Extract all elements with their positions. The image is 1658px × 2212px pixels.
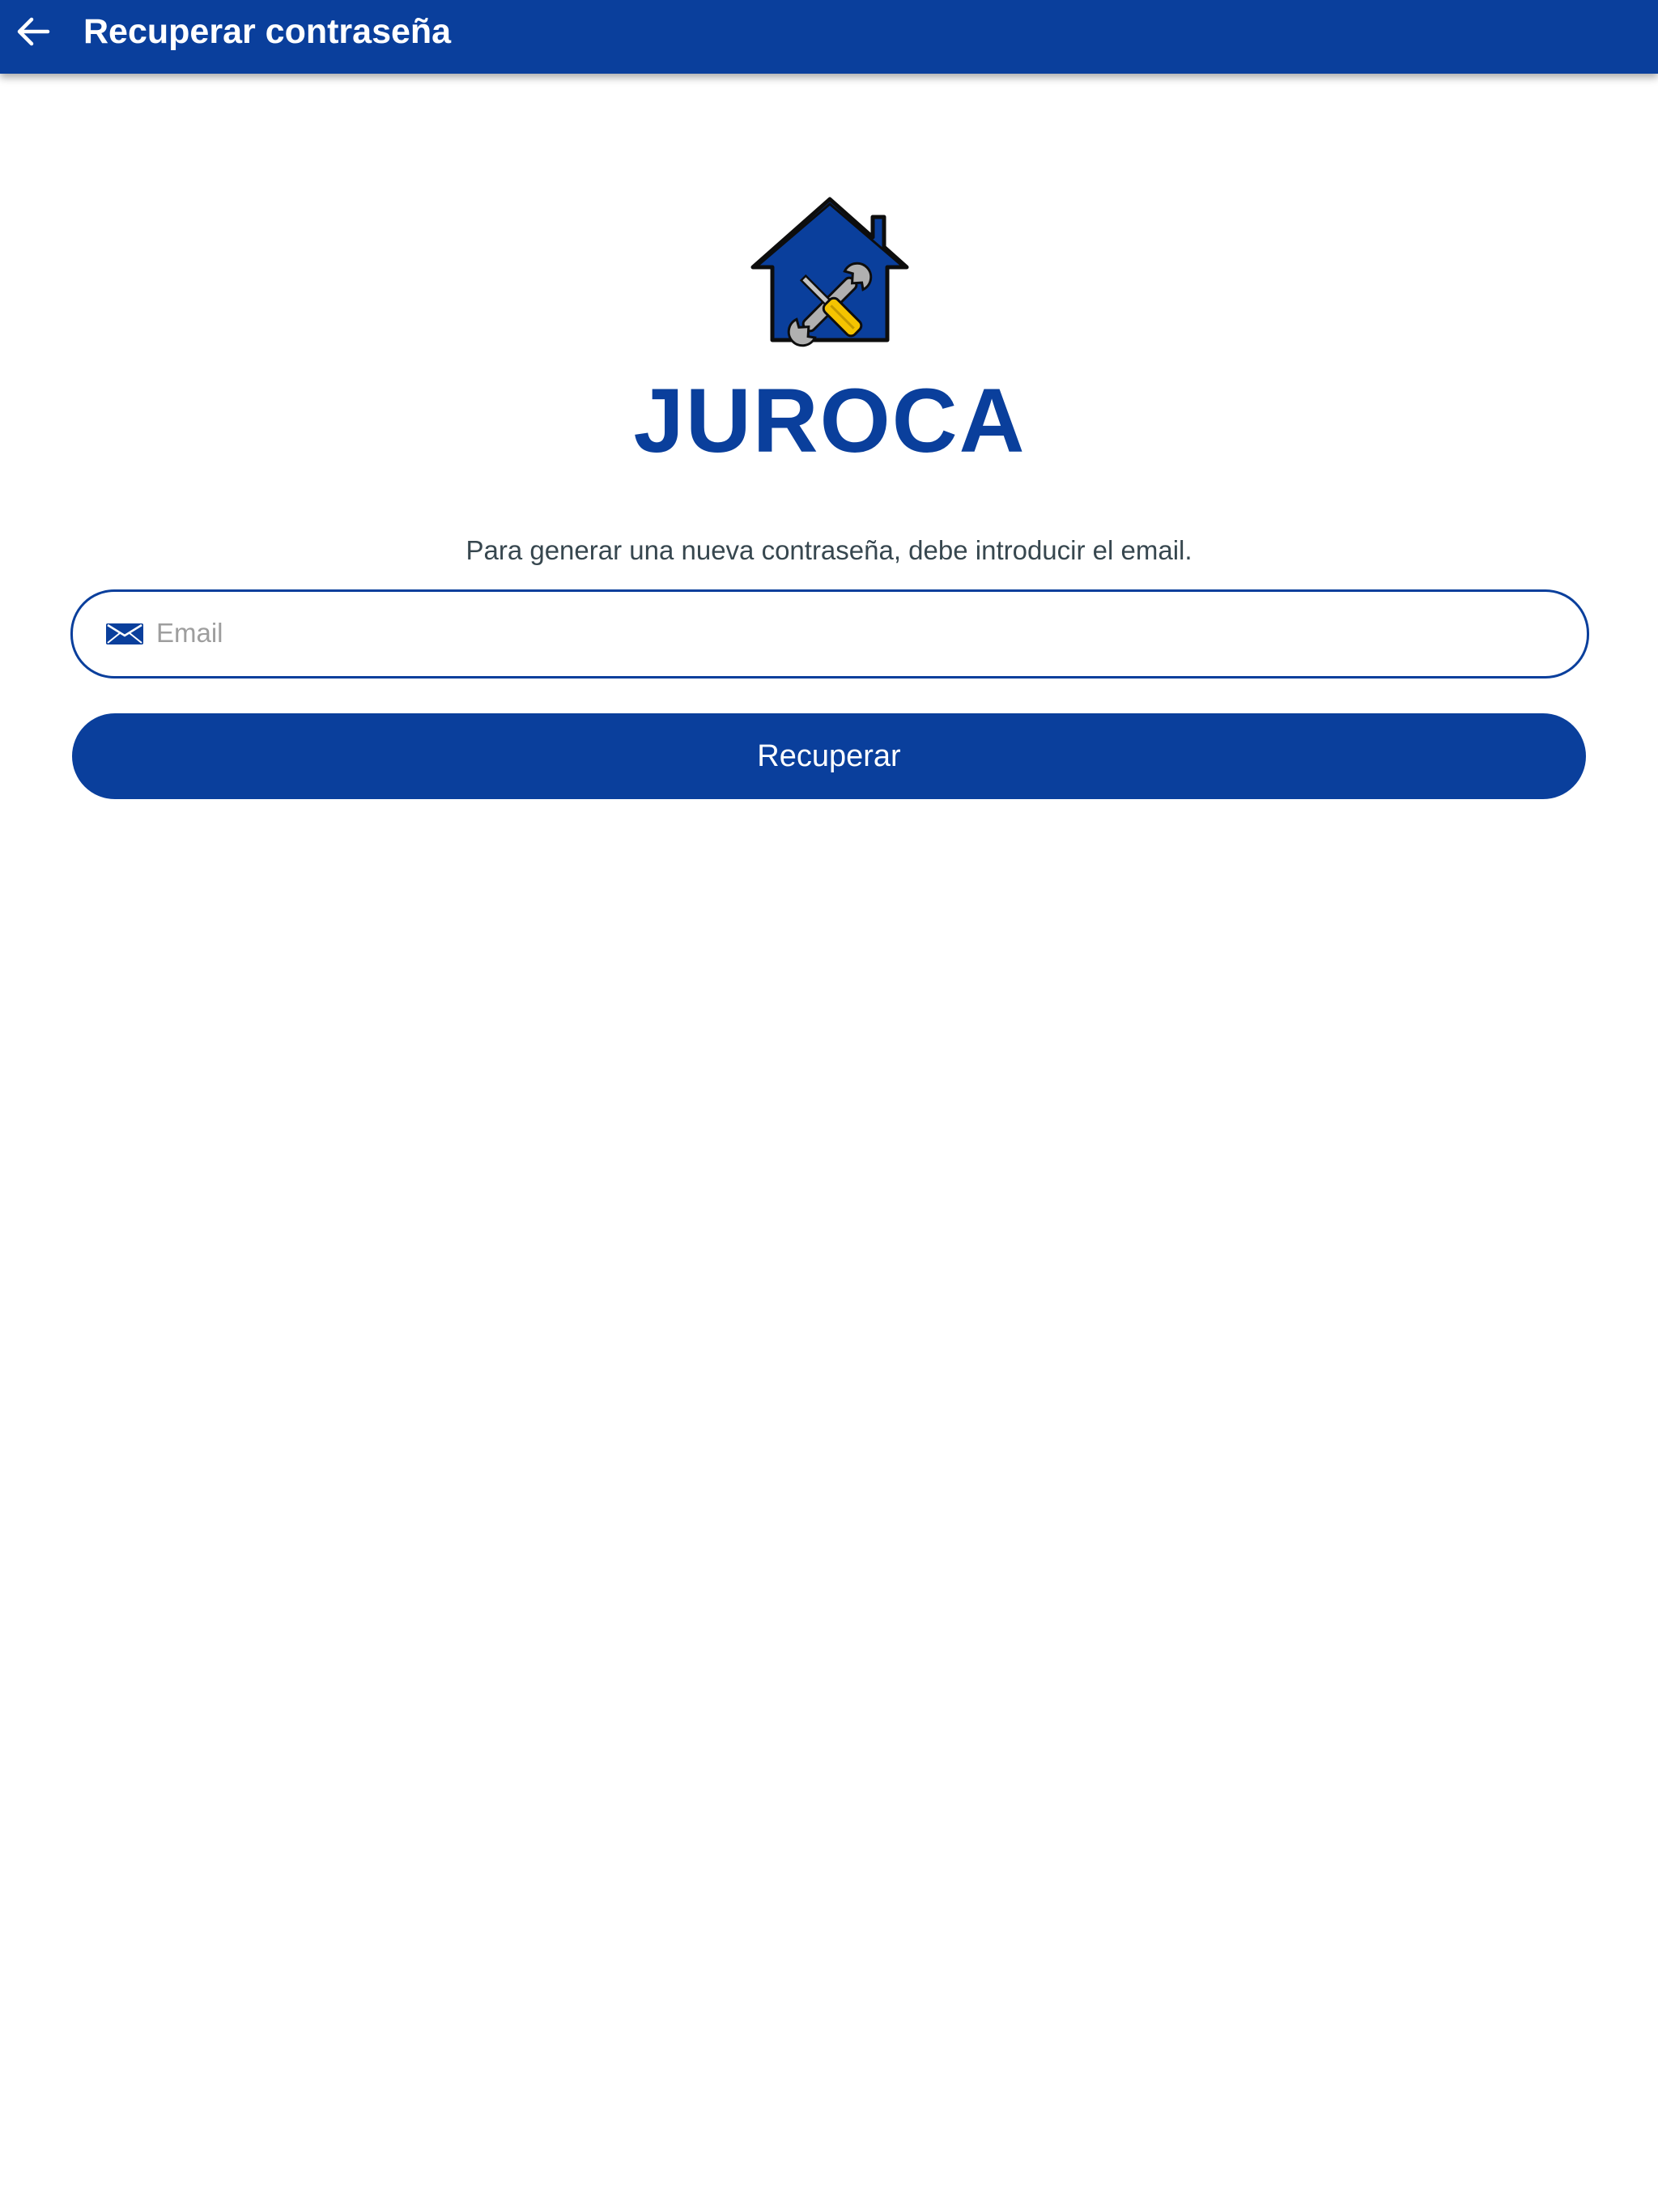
app-bar: Recuperar contraseña xyxy=(0,0,1658,74)
logo-graphic: JUROCA xyxy=(634,197,1027,462)
arrow-left-icon xyxy=(17,17,50,46)
back-button[interactable] xyxy=(6,2,60,62)
instructions-text: Para generar una nueva contraseña, debe … xyxy=(466,535,1192,565)
logo-wordmark: JUROCA xyxy=(634,370,1027,462)
email-field[interactable] xyxy=(70,589,1589,678)
recover-button[interactable]: Recuperar xyxy=(72,713,1586,799)
envelope-icon xyxy=(105,623,144,645)
page-title: Recuperar contraseña xyxy=(83,12,452,51)
app-logo: JUROCA xyxy=(631,193,1028,462)
house-tools-icon xyxy=(750,197,909,347)
email-input[interactable] xyxy=(156,608,1557,658)
